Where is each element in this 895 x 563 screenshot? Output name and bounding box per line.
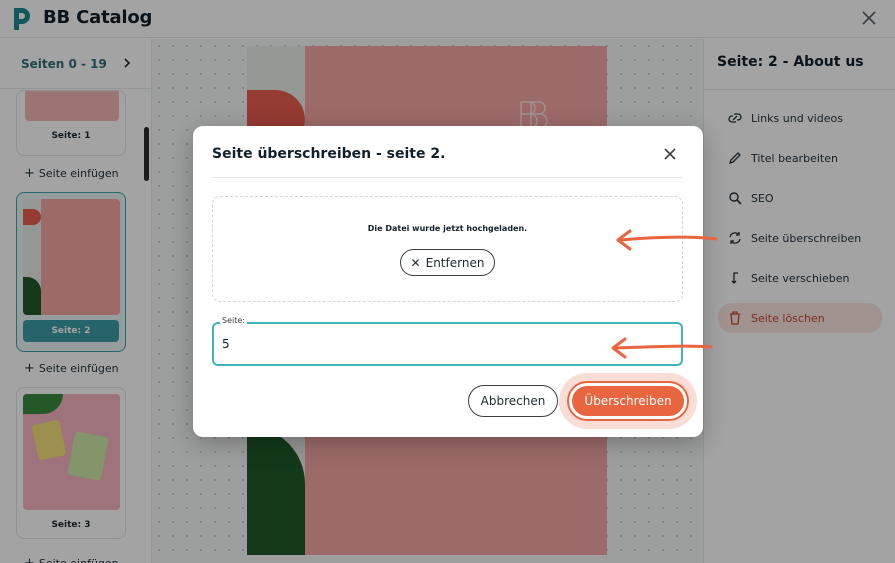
- close-icon: ✕: [410, 255, 421, 270]
- close-icon[interactable]: [663, 147, 677, 161]
- remove-file-button[interactable]: ✕ Entfernen: [400, 249, 495, 276]
- cancel-button[interactable]: Abbrechen: [468, 385, 558, 417]
- remove-file-label: Entfernen: [425, 255, 485, 270]
- dialog-title: Seite überschreiben - seite 2.: [212, 146, 446, 162]
- annotation-arrow-icon: [611, 337, 713, 359]
- overwrite-label: Überschreiben: [584, 394, 672, 408]
- annotation-arrow-icon: [616, 229, 718, 251]
- cancel-label: Abbrechen: [480, 394, 546, 408]
- field-label: Seite:: [220, 316, 247, 325]
- divider: [211, 177, 683, 178]
- overwrite-page-dialog: Seite überschreiben - seite 2. Die Datei…: [193, 126, 703, 437]
- overwrite-button[interactable]: Überschreiben: [569, 383, 687, 419]
- page-number-input[interactable]: 5: [222, 337, 230, 351]
